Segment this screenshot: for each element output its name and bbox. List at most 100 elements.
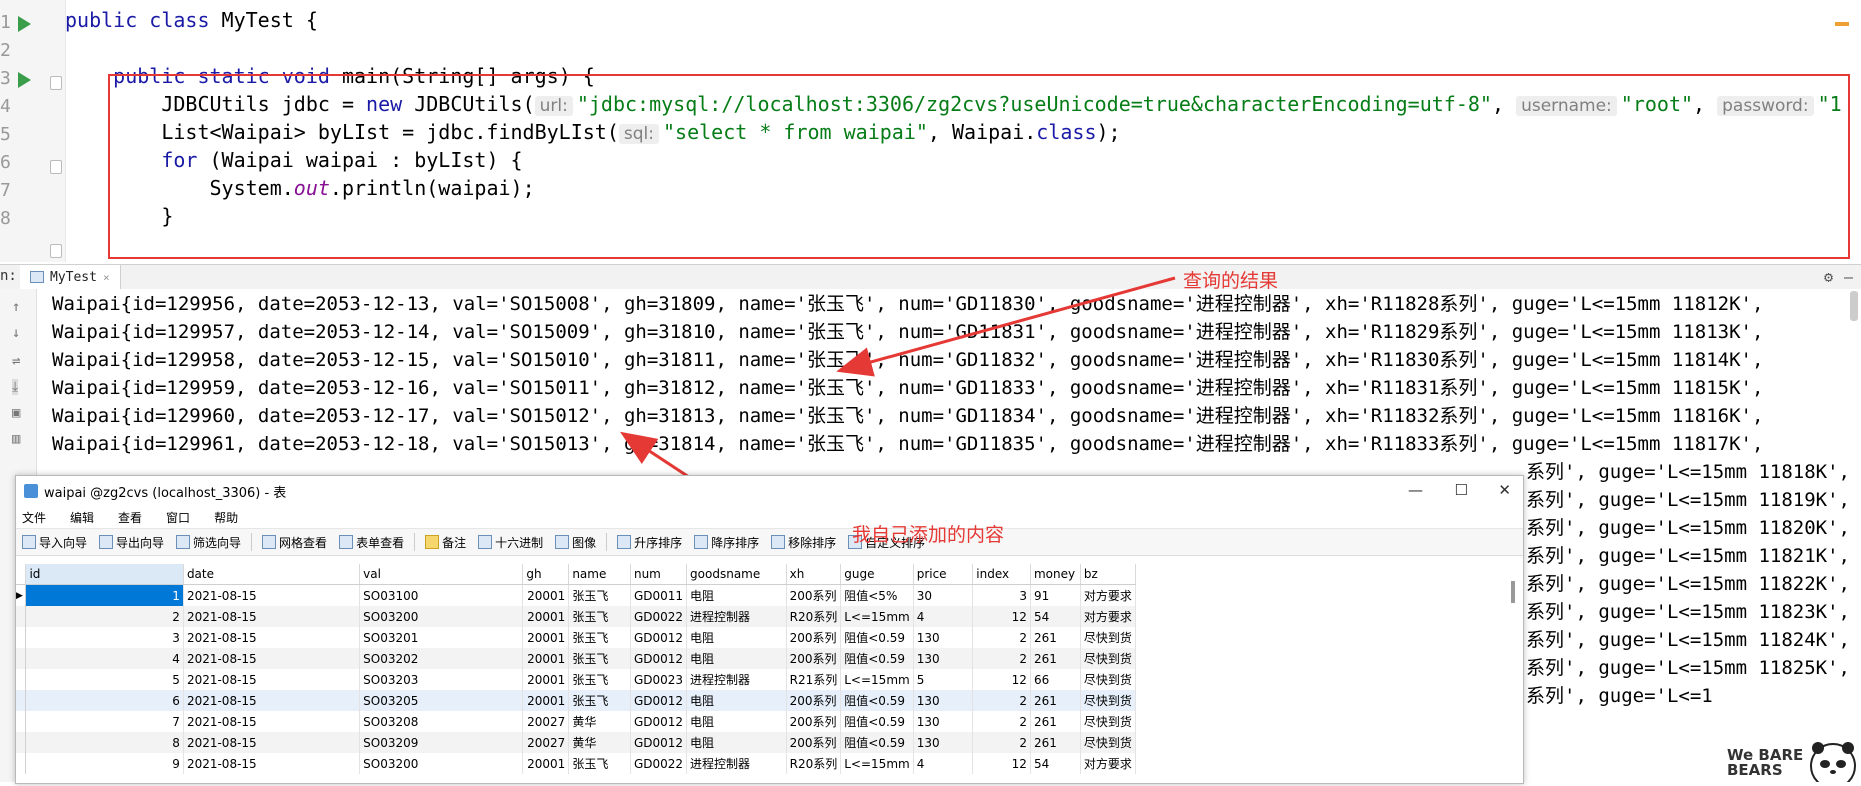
table-row[interactable]: 6 2021-08-15 SO03205 20001 张玉飞 GD0012 电阻 200系列阻… bbox=[16, 690, 1136, 711]
cell-bz[interactable]: 尽快到货 bbox=[1080, 732, 1136, 753]
cell-gh[interactable]: 20001 bbox=[522, 584, 570, 606]
cell-gh[interactable]: 20001 bbox=[522, 606, 570, 627]
cell-money[interactable]: 261 bbox=[1030, 627, 1081, 648]
column-header-val[interactable]: val bbox=[359, 564, 524, 585]
cell-name[interactable]: 张玉飞 bbox=[568, 753, 631, 774]
maximize-icon[interactable]: ☐ bbox=[1455, 481, 1468, 499]
cell-goodsname[interactable]: 电阻 bbox=[686, 627, 787, 648]
cell-guge[interactable]: L<=15mm bbox=[840, 669, 914, 690]
cell-id[interactable]: 1 bbox=[25, 584, 184, 606]
column-header-price[interactable]: price bbox=[913, 564, 974, 585]
column-header-goodsname[interactable]: goodsname bbox=[686, 564, 787, 585]
sort-asc-button[interactable]: 升序排序 bbox=[617, 534, 682, 551]
cell-money[interactable]: 261 bbox=[1030, 690, 1081, 711]
column-header-id[interactable]: id bbox=[25, 564, 184, 585]
hex-button[interactable]: 十六进制 bbox=[478, 534, 543, 551]
cell-id[interactable]: 3 bbox=[25, 627, 184, 648]
cell-num[interactable]: GD0011 bbox=[630, 584, 688, 606]
cell-name[interactable]: 黄华 bbox=[568, 711, 631, 732]
cell-index[interactable]: 2 bbox=[972, 732, 1031, 753]
cell-gh[interactable]: 20001 bbox=[522, 627, 570, 648]
cell-goodsname[interactable]: 进程控制器 bbox=[686, 669, 787, 690]
table-row[interactable]: 3 2021-08-15 SO03201 20001 张玉飞 GD0012 电阻 200系列阻… bbox=[16, 627, 1136, 648]
row-marker[interactable] bbox=[16, 690, 27, 711]
cell-price[interactable]: 4 bbox=[913, 606, 974, 627]
cell-num[interactable]: GD0023 bbox=[630, 669, 688, 690]
cell-guge[interactable]: L<=15mm bbox=[840, 606, 914, 627]
cell-name[interactable]: 张玉飞 bbox=[568, 648, 631, 669]
cell-val[interactable]: SO03201 bbox=[359, 627, 524, 648]
cell-price[interactable]: 130 bbox=[913, 648, 974, 669]
cell-goodsname[interactable]: 进程控制器 bbox=[686, 606, 787, 627]
column-header-gh[interactable]: gh bbox=[522, 564, 570, 585]
sort-desc-button[interactable]: 降序排序 bbox=[694, 534, 759, 551]
cell-guge[interactable]: 阻值<0.59 bbox=[840, 648, 914, 669]
row-marker[interactable] bbox=[16, 669, 27, 690]
cell-bz[interactable]: 对方要求 bbox=[1080, 584, 1136, 606]
column-header-guge[interactable]: guge bbox=[840, 564, 914, 585]
table-window[interactable]: waipai @zg2cvs (localhost_3306) - 表 — ☐ … bbox=[15, 475, 1524, 784]
cell-val[interactable]: SO03202 bbox=[359, 648, 524, 669]
column-header-date[interactable]: date bbox=[183, 564, 361, 585]
cell-date[interactable]: 2021-08-15 bbox=[183, 648, 361, 669]
cell-price[interactable]: 5 bbox=[913, 669, 974, 690]
cell-money[interactable]: 261 bbox=[1030, 648, 1081, 669]
cell-val[interactable]: SO03208 bbox=[359, 711, 524, 732]
table-row[interactable]: ▶ 1 2021-08-15 SO03100 20001 张玉飞 GD0011 电阻 200系列… bbox=[16, 584, 1136, 606]
cell-price[interactable]: 130 bbox=[913, 627, 974, 648]
cell-goodsname[interactable]: 电阻 bbox=[686, 711, 787, 732]
table-row[interactable]: 8 2021-08-15 SO03209 20027 黄华 GD0012 电阻 200系列 阻值… bbox=[16, 732, 1136, 753]
menu-help[interactable]: 帮助 bbox=[214, 509, 238, 526]
cell-name[interactable]: 张玉飞 bbox=[568, 584, 631, 606]
cell-num[interactable]: GD0022 bbox=[630, 753, 688, 774]
cell-index[interactable]: 12 bbox=[972, 753, 1031, 774]
grid-view-button[interactable]: 网格查看 bbox=[262, 534, 327, 551]
cell-bz[interactable]: 对方要求 bbox=[1080, 753, 1136, 774]
cell-index[interactable]: 2 bbox=[972, 627, 1031, 648]
cell-name[interactable]: 张玉飞 bbox=[568, 669, 631, 690]
cell-index[interactable]: 12 bbox=[972, 606, 1031, 627]
cell-gh[interactable]: 20001 bbox=[522, 753, 570, 774]
cell-name[interactable]: 张玉飞 bbox=[568, 606, 631, 627]
cell-guge[interactable]: L<=15mm bbox=[840, 753, 914, 774]
cell-id[interactable]: 4 bbox=[25, 648, 184, 669]
cell-index[interactable]: 3 bbox=[972, 584, 1031, 606]
cell-money[interactable]: 91 bbox=[1030, 584, 1081, 606]
cell-gh[interactable]: 20001 bbox=[522, 669, 570, 690]
cell-name[interactable]: 黄华 bbox=[568, 732, 631, 753]
import-wizard-button[interactable]: 导入向导 bbox=[22, 534, 87, 551]
cell-goodsname[interactable]: 电阻 bbox=[686, 690, 787, 711]
cell-id[interactable]: 8 bbox=[25, 732, 184, 753]
cell-price[interactable]: 130 bbox=[913, 711, 974, 732]
cell-bz[interactable]: 尽快到货 bbox=[1080, 648, 1136, 669]
cell-goodsname[interactable]: 进程控制器 bbox=[686, 753, 787, 774]
cell-guge[interactable]: 阻值<0.59 bbox=[840, 732, 914, 753]
table-row[interactable]: 9 2021-08-15 SO03200 20001 张玉飞 GD0022 进程控制器 R20… bbox=[16, 753, 1136, 774]
cell-money[interactable]: 66 bbox=[1030, 669, 1081, 690]
cell-date[interactable]: 2021-08-15 bbox=[183, 732, 361, 753]
cell-bz[interactable]: 尽快到货 bbox=[1080, 669, 1136, 690]
cell-xh[interactable]: 200系列 bbox=[786, 584, 842, 606]
cell-guge[interactable]: 阻值<0.59 bbox=[840, 690, 914, 711]
cell-val[interactable]: SO03205 bbox=[359, 690, 524, 711]
cell-gh[interactable]: 20001 bbox=[522, 648, 570, 669]
cell-goodsname[interactable]: 电阻 bbox=[686, 732, 787, 753]
cell-val[interactable]: SO03209 bbox=[359, 732, 524, 753]
cell-money[interactable]: 54 bbox=[1030, 606, 1081, 627]
menu-window[interactable]: 窗口 bbox=[166, 509, 190, 526]
cell-id[interactable]: 2 bbox=[25, 606, 184, 627]
menu-file[interactable]: 文件 bbox=[22, 509, 46, 526]
cell-val[interactable]: SO03200 bbox=[359, 753, 524, 774]
cell-money[interactable]: 261 bbox=[1030, 732, 1081, 753]
cell-bz[interactable]: 对方要求 bbox=[1080, 606, 1136, 627]
cell-index[interactable]: 2 bbox=[972, 648, 1031, 669]
filter-wizard-button[interactable]: 筛选向导 bbox=[176, 534, 241, 551]
column-header-money[interactable]: money bbox=[1030, 564, 1081, 585]
table-row[interactable]: 4 2021-08-15 SO03202 20001 张玉飞 GD0012 电阻 200系列阻… bbox=[16, 648, 1136, 669]
cell-money[interactable]: 261 bbox=[1030, 711, 1081, 732]
column-header-bz[interactable]: bz bbox=[1080, 564, 1136, 585]
remove-sort-button[interactable]: 移除排序 bbox=[771, 534, 836, 551]
cell-index[interactable]: 2 bbox=[972, 711, 1031, 732]
cell-index[interactable]: 12 bbox=[972, 669, 1031, 690]
cell-guge[interactable]: 阻值<5% bbox=[840, 584, 914, 606]
